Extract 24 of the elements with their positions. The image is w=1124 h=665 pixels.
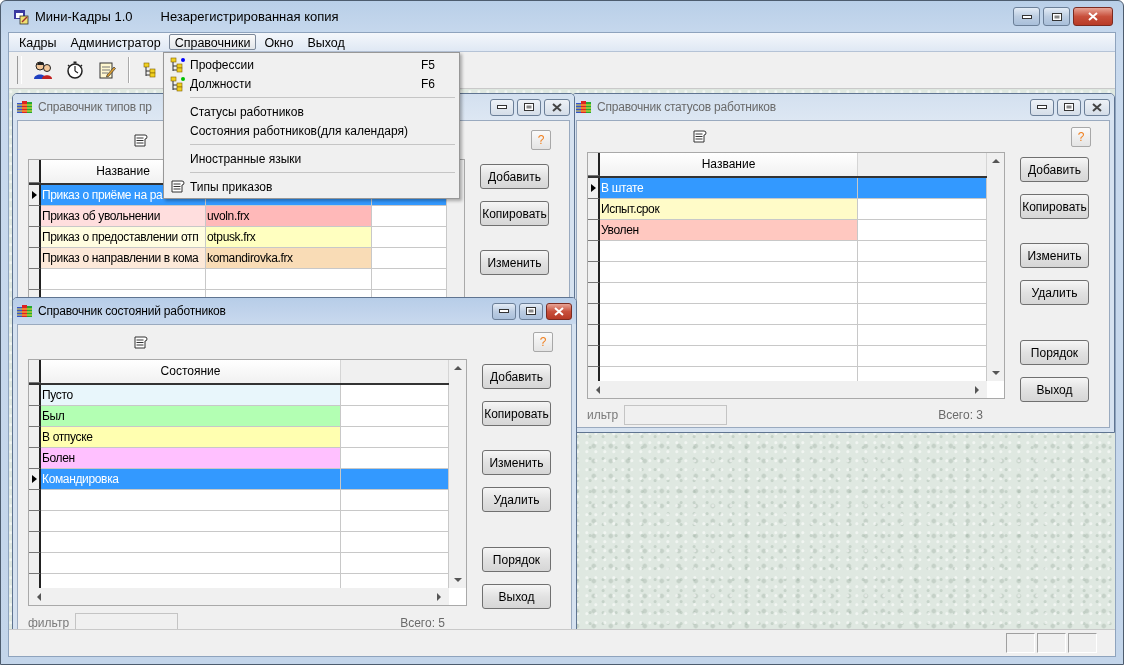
total-count: Всего: 5 (400, 615, 445, 629)
window-title: Справочник типов пр (38, 100, 152, 114)
window-title: Мини-Кадры 1.0 (35, 9, 133, 24)
filter-label: ильтр (587, 407, 619, 422)
filter-label: фильтр (28, 615, 70, 629)
table-cell: В отпуске (41, 427, 341, 449)
table-cell: Уволен (600, 220, 858, 242)
table-cell: Пусто (41, 385, 341, 407)
window-subtitle: Незарегистрированная копия (160, 9, 339, 24)
table-cell: Приказ об увольнении (41, 206, 206, 227)
table-cell: komandirovka.frx (206, 248, 372, 269)
table-cell: Испыт.срок (600, 199, 858, 221)
table-cell: Приказ о направлении в кома (41, 248, 206, 269)
window-title: Справочник состояний работников (38, 304, 226, 318)
window-title: Справочник статусов работников (597, 100, 776, 114)
shortcut-label: F6 (421, 76, 435, 91)
table-cell: uvoln.frx (206, 206, 372, 227)
table-cell: Был (41, 406, 341, 428)
table-cell: Болен (41, 448, 341, 470)
table-cell: otpusk.frx (206, 227, 372, 248)
shortcut-label: F5 (421, 57, 435, 72)
total-count: Всего: 3 (938, 407, 983, 422)
table-cell: Приказ о предоставлении отп (41, 227, 206, 248)
table-cell: Командировка (41, 469, 341, 491)
